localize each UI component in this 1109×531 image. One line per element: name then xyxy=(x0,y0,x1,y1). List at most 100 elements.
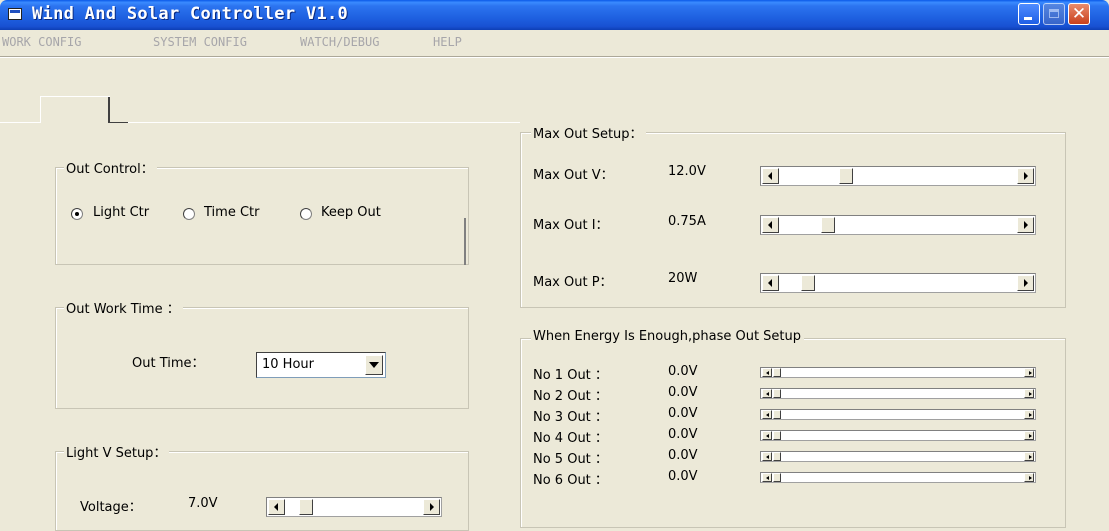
phase-out-left-button[interactable] xyxy=(762,410,772,419)
phase-out-right-button[interactable] xyxy=(1024,452,1034,461)
menu-watch-debug[interactable]: WATCH/DEBUG xyxy=(300,35,379,49)
arrow-right-icon xyxy=(1029,476,1032,480)
arrow-left-icon xyxy=(768,221,772,229)
arrow-right-icon xyxy=(1024,279,1028,287)
phase-out-thumb[interactable] xyxy=(773,389,781,398)
max-out-i-right-button[interactable] xyxy=(1017,217,1034,233)
phase-out-right-button[interactable] xyxy=(1024,368,1034,377)
out-work-time-legend: Out Work Time ： xyxy=(64,298,183,317)
arrow-right-icon xyxy=(1029,371,1032,375)
phase-out-label: No 5 Out ： xyxy=(533,452,608,467)
phase-out-right-button[interactable] xyxy=(1024,431,1034,440)
arrow-right-icon xyxy=(1029,455,1032,459)
maximize-button[interactable] xyxy=(1043,3,1065,25)
out-control-legend: Out Control： xyxy=(64,158,157,177)
voltage-slider[interactable] xyxy=(266,497,442,517)
keep-out-radio[interactable] xyxy=(300,208,312,220)
menu-help[interactable]: HELP xyxy=(433,35,462,49)
arrow-left-icon xyxy=(768,172,772,180)
tab-strip xyxy=(0,57,1109,127)
minimize-icon xyxy=(1024,17,1032,20)
phase-out-slider[interactable] xyxy=(760,409,1036,420)
phase-out-left-button[interactable] xyxy=(762,452,772,461)
max-out-i-left-button[interactable] xyxy=(762,217,779,233)
phase-out-thumb[interactable] xyxy=(773,410,781,419)
light-v-setup-legend: Light V Setup： xyxy=(64,442,170,461)
max-out-v-slider[interactable] xyxy=(760,166,1036,186)
max-out-i-label: Max Out I： xyxy=(533,218,609,233)
tab-active[interactable] xyxy=(41,97,108,122)
max-out-p-slider[interactable] xyxy=(760,273,1036,293)
arrow-right-icon xyxy=(430,503,434,511)
phase-out-slider[interactable] xyxy=(760,472,1036,483)
light-ctr-radio[interactable] xyxy=(71,208,83,220)
window-title: Wind And Solar Controller V1.0 xyxy=(32,4,349,24)
phase-out-label: No 3 Out ： xyxy=(533,410,608,425)
minimize-button[interactable] xyxy=(1018,3,1040,25)
chevron-down-icon xyxy=(369,362,379,368)
phase-out-setup-legend: When Energy Is Enough,phase Out Setup xyxy=(531,329,805,344)
max-out-i-thumb[interactable] xyxy=(821,217,835,233)
phase-out-left-button[interactable] xyxy=(762,368,772,377)
phase-out-left-button[interactable] xyxy=(762,389,772,398)
arrow-left-icon xyxy=(766,434,769,438)
menu-system-config[interactable]: SYSTEM CONFIG xyxy=(153,35,247,49)
arrow-left-icon xyxy=(766,392,769,396)
light-ctr-label[interactable]: Light Ctr xyxy=(93,205,149,220)
phase-out-thumb[interactable] xyxy=(773,368,781,377)
time-ctr-label[interactable]: Time Ctr xyxy=(204,205,259,220)
max-out-i-value: 0.75A xyxy=(668,214,706,229)
max-out-p-right-button[interactable] xyxy=(1017,275,1034,291)
phase-out-thumb[interactable] xyxy=(773,431,781,440)
phase-out-slider[interactable] xyxy=(760,430,1036,441)
phase-out-slider[interactable] xyxy=(760,451,1036,462)
phase-out-left-button[interactable] xyxy=(762,473,772,482)
phase-out-right-button[interactable] xyxy=(1024,389,1034,398)
phase-out-label: No 1 Out ： xyxy=(533,368,608,383)
phase-out-slider[interactable] xyxy=(760,388,1036,399)
voltage-slider-right-button[interactable] xyxy=(423,499,440,515)
divider xyxy=(464,218,466,265)
close-icon: ✕ xyxy=(1071,4,1087,24)
keep-out-label[interactable]: Keep Out xyxy=(321,205,381,220)
max-out-p-value: 20W xyxy=(668,271,698,286)
phase-out-value: 0.0V xyxy=(668,364,698,379)
phase-out-label: No 6 Out ： xyxy=(533,473,608,488)
maximize-icon xyxy=(1049,9,1059,18)
phase-out-label: No 2 Out ： xyxy=(533,389,608,404)
arrow-left-icon xyxy=(768,279,772,287)
phase-out-thumb[interactable] xyxy=(773,473,781,482)
max-out-setup-legend: Max Out Setup： xyxy=(531,123,646,142)
menu-work-config[interactable]: WORK CONFIG xyxy=(2,35,81,49)
max-out-v-thumb[interactable] xyxy=(839,168,853,184)
phase-out-value: 0.0V xyxy=(668,385,698,400)
out-time-label: Out Time： xyxy=(132,356,205,371)
arrow-left-icon xyxy=(766,455,769,459)
phase-out-value: 0.0V xyxy=(668,469,698,484)
phase-out-thumb[interactable] xyxy=(773,452,781,461)
app-icon[interactable] xyxy=(8,8,22,20)
light-v-setup-group xyxy=(55,451,469,531)
phase-out-left-button[interactable] xyxy=(762,431,772,440)
out-time-dropdown-button[interactable] xyxy=(365,355,383,375)
max-out-p-left-button[interactable] xyxy=(762,275,779,291)
max-out-v-right-button[interactable] xyxy=(1017,168,1034,184)
arrow-right-icon xyxy=(1029,434,1032,438)
voltage-slider-left-button[interactable] xyxy=(268,499,285,515)
phase-out-value: 0.0V xyxy=(668,427,698,442)
arrow-right-icon xyxy=(1024,221,1028,229)
out-time-combo[interactable]: 10 Hour xyxy=(256,352,386,378)
phase-out-slider[interactable] xyxy=(760,367,1036,378)
close-button[interactable]: ✕ xyxy=(1068,3,1090,25)
max-out-p-thumb[interactable] xyxy=(801,275,815,291)
phase-out-right-button[interactable] xyxy=(1024,473,1034,482)
phase-out-right-button[interactable] xyxy=(1024,410,1034,419)
arrow-right-icon xyxy=(1029,392,1032,396)
max-out-v-left-button[interactable] xyxy=(762,168,779,184)
time-ctr-radio[interactable] xyxy=(183,208,195,220)
arrow-left-icon xyxy=(274,503,278,511)
arrow-left-icon xyxy=(766,413,769,417)
max-out-i-slider[interactable] xyxy=(760,215,1036,235)
voltage-slider-thumb[interactable] xyxy=(299,499,313,515)
out-time-value: 10 Hour xyxy=(262,357,314,372)
